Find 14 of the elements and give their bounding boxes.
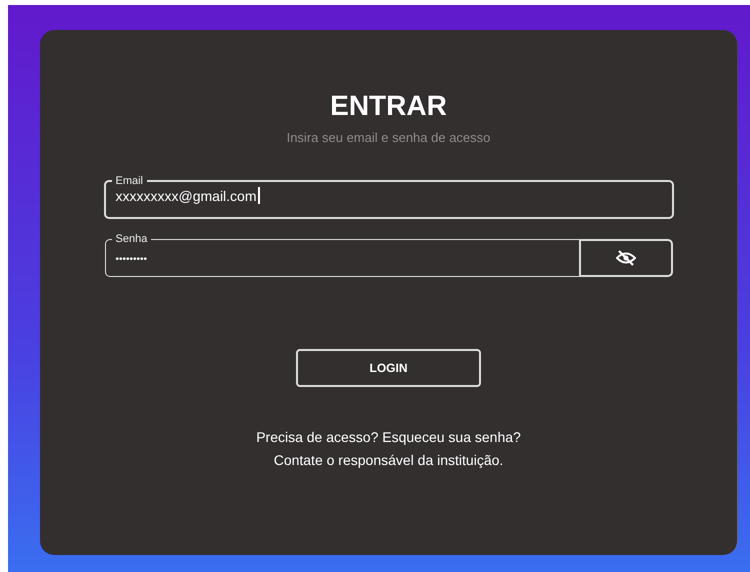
help-text: Precisa de acesso? Esqueceu sua senha? [256,429,521,445]
password-label: Senha [114,233,148,245]
login-subtitle: Insira seu email e senha de acesso [286,130,490,145]
eye-off-icon [616,250,636,266]
login-title: ENTRAR [330,90,447,122]
email-label: Email [114,175,144,187]
text-cursor [258,187,260,204]
password-value: ••••••••• [116,254,148,265]
help-text: Contate o responsável da instituição. [274,452,504,468]
login-button[interactable]: LOGIN [296,349,481,387]
toggle-visibility-button[interactable] [580,239,672,277]
email-field[interactable]: Email xxxxxxxxx@gmail.com [104,175,674,219]
password-field[interactable]: Senha ••••••••• [104,233,580,277]
email-value: xxxxxxxxx@gmail.com [116,188,257,204]
